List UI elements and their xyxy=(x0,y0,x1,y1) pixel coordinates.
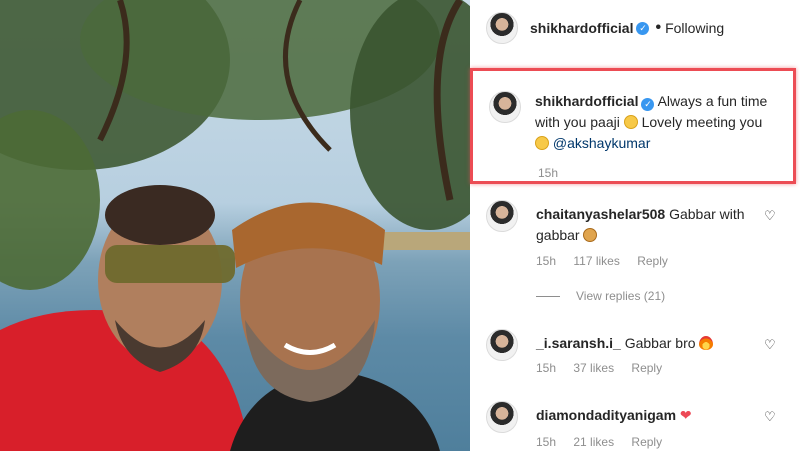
heart-outline-icon[interactable]: ♡ xyxy=(764,409,776,425)
caption-part-2: Lovely meeting you xyxy=(641,114,763,130)
caption-mention-link[interactable]: @akshaykumar xyxy=(553,135,650,151)
replies-divider xyxy=(536,295,560,297)
commenter-avatar[interactable] xyxy=(486,200,518,232)
comment-likes[interactable]: 117 likes xyxy=(573,254,619,268)
comment-likes[interactable]: 37 likes xyxy=(573,361,614,375)
fire-emoji-icon xyxy=(699,336,714,350)
commenter-username[interactable]: chaitanyashelar508 xyxy=(536,206,665,222)
author-info: shikhardofficial ✓ • Following xyxy=(530,19,724,37)
comment-meta: 15h 37 likes Reply xyxy=(536,361,676,375)
commenter-avatar[interactable] xyxy=(486,401,518,433)
reply-button[interactable]: Reply xyxy=(637,254,668,268)
heart-outline-icon[interactable]: ♡ xyxy=(764,337,776,353)
commenter-avatar[interactable] xyxy=(486,329,518,361)
caption-highlight: shikhardofficial ✓ Always a fun time with… xyxy=(470,68,796,184)
reply-button[interactable]: Reply xyxy=(631,361,662,375)
comment-text: Gabbar bro xyxy=(624,335,696,351)
face-emoji-icon xyxy=(583,228,598,242)
comment-likes[interactable]: 21 likes xyxy=(573,435,614,449)
view-replies-label[interactable]: View replies (21) xyxy=(576,289,665,303)
post-header: shikhardofficial ✓ • Following xyxy=(470,0,800,56)
view-replies[interactable]: View replies (21) xyxy=(536,289,665,303)
commenter-username[interactable]: _i.saransh.i_ xyxy=(536,335,621,351)
post-side-panel: shikhardofficial ✓ • Following shikhardo… xyxy=(470,0,800,451)
reply-button[interactable]: Reply xyxy=(631,435,662,449)
red-heart-emoji-icon: ❤ xyxy=(679,407,692,423)
separator-dot: • xyxy=(655,19,662,36)
comment-time[interactable]: 15h xyxy=(536,254,556,268)
comment-time[interactable]: 15h xyxy=(536,435,556,449)
verified-badge-icon: ✓ xyxy=(641,98,655,111)
comment-body: chaitanyashelar508 Gabbar with gabbar xyxy=(536,204,756,246)
caption-timestamp[interactable]: 15h xyxy=(538,166,558,180)
caption-author-username[interactable]: shikhardofficial xyxy=(535,93,638,109)
comment-time[interactable]: 15h xyxy=(536,361,556,375)
photo-illustration xyxy=(0,0,470,451)
heart-outline-icon[interactable]: ♡ xyxy=(764,208,776,224)
smiling-emoji-icon xyxy=(623,115,638,129)
author-avatar[interactable] xyxy=(486,12,518,44)
smiling-emoji-icon xyxy=(535,136,549,150)
comment-meta: 15h 21 likes Reply xyxy=(536,435,676,449)
comment-body: _i.saransh.i_ Gabbar bro xyxy=(536,333,756,354)
caption-text: shikhardofficial ✓ Always a fun time with… xyxy=(535,91,779,154)
caption-author-avatar[interactable] xyxy=(489,91,521,123)
post-photo[interactable] xyxy=(0,0,470,451)
following-button[interactable]: Following xyxy=(665,20,724,36)
author-username[interactable]: shikhardofficial xyxy=(530,20,633,36)
comment-meta: 15h 117 likes Reply xyxy=(536,254,682,268)
comment-body: diamondadityanigam ❤ xyxy=(536,405,756,426)
caption: shikhardofficial ✓ Always a fun time with… xyxy=(489,91,779,154)
commenter-username[interactable]: diamondadityanigam xyxy=(536,407,676,423)
verified-badge-icon: ✓ xyxy=(636,21,650,35)
